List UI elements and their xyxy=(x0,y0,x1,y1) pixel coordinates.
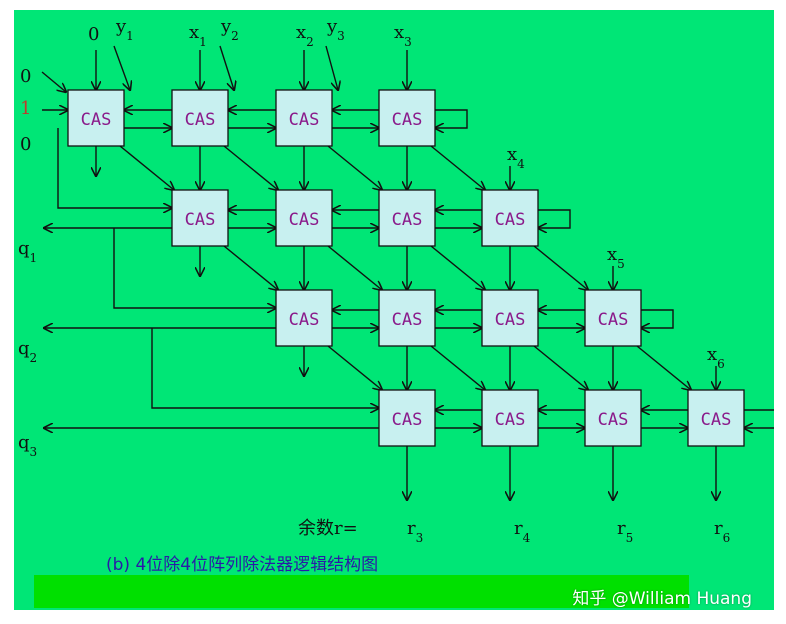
cas-cell-r3-c2: CAS xyxy=(378,289,436,347)
cas-cell-r3-c1: CAS xyxy=(275,289,333,347)
diagram-caption: (b) 4位除4位阵列除法器逻辑结构图 xyxy=(106,555,378,575)
watermark: 知乎 @William Huang xyxy=(572,589,752,609)
diagram-frame: CAS CAS CAS CAS CAS CAS CAS CAS CAS CAS CAS CAS CAS C… xyxy=(14,10,774,610)
cas-cell-label: CAS xyxy=(495,210,526,230)
cas-cell-label: CAS xyxy=(495,310,526,330)
cas-cell-r4-c4: CAS xyxy=(687,389,745,447)
cas-cell-r3-c3: CAS xyxy=(481,289,539,347)
left-input-labels: 0 1 0 xyxy=(20,66,31,155)
cas-cell-r1-c1: CAS xyxy=(67,89,125,147)
input-0-label: 0 xyxy=(88,24,99,45)
cas-cell-r2-c4: CAS xyxy=(481,189,539,247)
cas-cell-r2-c3: CAS xyxy=(378,189,436,247)
cas-cell-label: CAS xyxy=(598,310,629,330)
cas-cell-label: CAS xyxy=(392,410,423,430)
cas-cell-label: CAS xyxy=(185,110,216,130)
cas-cell-label: CAS xyxy=(81,110,112,130)
cas-cell-label: CAS xyxy=(495,410,526,430)
cas-cell-label: CAS xyxy=(392,310,423,330)
cas-cell-r1-c2: CAS xyxy=(171,89,229,147)
cas-cell-r4-c3: CAS xyxy=(584,389,642,447)
cas-cell-r2-c2: CAS xyxy=(275,189,333,247)
cas-cell-label: CAS xyxy=(185,210,216,230)
cas-cell-label: CAS xyxy=(289,110,320,130)
array-divider-diagram: CAS CAS CAS CAS CAS CAS CAS CAS CAS CAS CAS CAS CAS C… xyxy=(14,10,774,610)
left-input-1-label: 1 xyxy=(20,98,31,119)
cas-cell-r3-c4: CAS xyxy=(584,289,642,347)
cas-cell-label: CAS xyxy=(289,310,320,330)
cas-cell-label: CAS xyxy=(598,410,629,430)
remainder-label: 余数r= xyxy=(298,518,358,539)
cas-cell-r4-c1: CAS xyxy=(378,389,436,447)
left-input-0-label: 0 xyxy=(20,66,31,87)
cas-cell-label: CAS xyxy=(701,410,732,430)
cas-cell-label: CAS xyxy=(392,210,423,230)
left-input-2-label: 0 xyxy=(20,134,31,155)
cas-cell-r1-c4: CAS xyxy=(378,89,436,147)
cas-cell-label: CAS xyxy=(392,110,423,130)
cas-cell-r1-c3: CAS xyxy=(275,89,333,147)
cas-cell-label: CAS xyxy=(289,210,320,230)
cas-cell-r2-c1: CAS xyxy=(171,189,229,247)
cas-cell-r4-c2: CAS xyxy=(481,389,539,447)
